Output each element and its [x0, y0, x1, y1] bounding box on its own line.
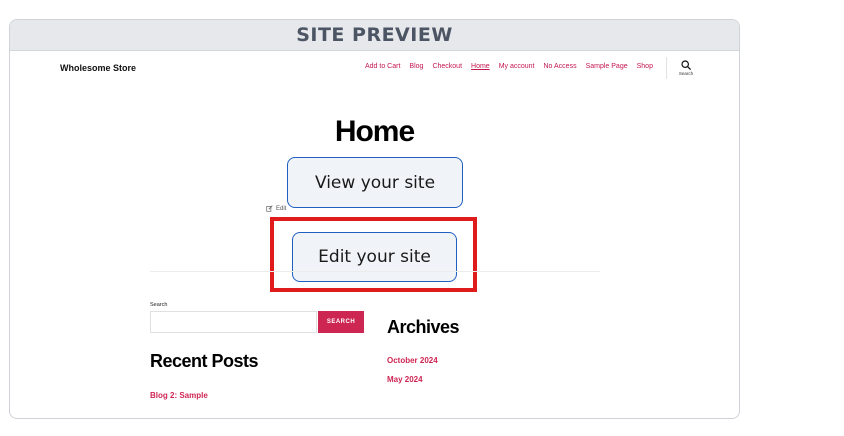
site-preview-frame: SITE PREVIEW Wholesome Store Add to Cart… — [9, 19, 740, 419]
site-page: Wholesome Store Add to Cart Blog Checkou… — [10, 51, 739, 418]
site-brand[interactable]: Wholesome Store — [60, 63, 136, 73]
preview-header: SITE PREVIEW — [10, 20, 739, 51]
archive-link-october-2024[interactable]: October 2024 — [387, 356, 438, 365]
nav-divider — [666, 57, 667, 79]
nav-item-blog[interactable]: Blog — [409, 63, 423, 70]
recent-post-link[interactable]: Blog 2: Sample — [150, 391, 208, 400]
edit-site-button[interactable]: Edit your site — [292, 232, 457, 282]
archives-title: Archives — [387, 317, 460, 337]
page-title: Home — [334, 115, 415, 148]
search-toggle-button[interactable]: Search — [674, 60, 698, 76]
search-input[interactable] — [150, 311, 317, 333]
nav-item-home[interactable]: Home — [471, 63, 490, 70]
view-site-button[interactable]: View your site — [287, 157, 463, 208]
nav-item-checkout[interactable]: Checkout — [432, 63, 462, 70]
edit-link-label: Edit — [276, 205, 287, 212]
edit-page-link[interactable]: Edit — [266, 205, 286, 212]
nav-item-add-to-cart[interactable]: Add to Cart — [365, 63, 400, 70]
nav-item-shop[interactable]: Shop — [637, 63, 653, 70]
search-icon — [681, 60, 691, 70]
primary-nav: Add to Cart Blog Checkout Home My accoun… — [365, 63, 653, 70]
edit-pencil-icon — [266, 205, 273, 212]
search-submit-button[interactable]: SEARCH — [318, 311, 364, 333]
preview-title: SITE PREVIEW — [296, 24, 453, 46]
search-toggle-label: Search — [678, 71, 694, 76]
nav-item-my-account[interactable]: My account — [499, 63, 535, 70]
search-widget-label: Search — [150, 302, 168, 308]
content-divider — [150, 271, 600, 272]
archive-link-may-2024[interactable]: May 2024 — [387, 375, 423, 384]
nav-item-sample-page[interactable]: Sample Page — [586, 63, 628, 70]
nav-item-no-access[interactable]: No Access — [544, 63, 577, 70]
recent-posts-title: Recent Posts — [150, 351, 259, 371]
